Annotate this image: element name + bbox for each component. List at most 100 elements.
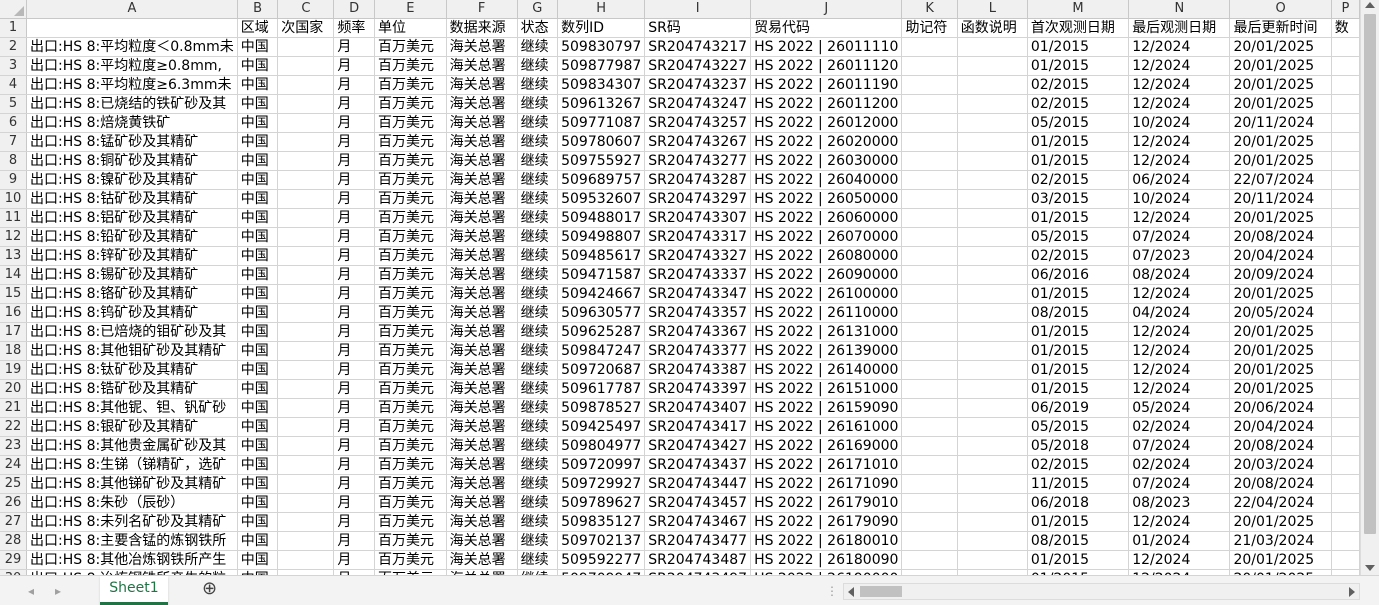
column-header-f[interactable]: F	[446, 0, 518, 19]
cell-c23[interactable]	[277, 436, 335, 456]
cell-j6[interactable]: HS 2022 | 26012000	[750, 113, 903, 133]
cell-c6[interactable]	[277, 113, 335, 133]
cell-o19[interactable]: 20/01/2025	[1229, 360, 1332, 380]
cell-e20[interactable]: 百万美元	[374, 379, 447, 399]
cell-j14[interactable]: HS 2022 | 26090000	[750, 265, 903, 285]
cell-j21[interactable]: HS 2022 | 26159090	[750, 398, 903, 418]
cell-d9[interactable]: 月	[333, 170, 375, 190]
cell-h14[interactable]: 509471587	[557, 265, 646, 285]
cell-l4[interactable]	[957, 75, 1028, 95]
cell-l14[interactable]	[957, 265, 1028, 285]
cell-m15[interactable]: 01/2015	[1027, 284, 1130, 304]
cell-p24[interactable]	[1331, 455, 1360, 475]
cell-h15[interactable]: 509424667	[557, 284, 646, 304]
cell-n11[interactable]: 12/2024	[1128, 208, 1231, 228]
cell-i5[interactable]: SR204743247	[644, 94, 752, 114]
cell-f1[interactable]: 数据来源	[446, 18, 518, 38]
cell-a10[interactable]: 出口:HS 8:钴矿砂及其精矿	[26, 189, 238, 209]
row-header[interactable]: 11	[0, 208, 28, 228]
cell-p10[interactable]	[1331, 189, 1360, 209]
row-header[interactable]: 1	[0, 18, 28, 38]
cell-m29[interactable]: 01/2015	[1027, 550, 1130, 570]
scroll-down-icon[interactable]	[1365, 565, 1375, 571]
cell-m25[interactable]: 11/2015	[1027, 474, 1130, 494]
cell-l9[interactable]	[957, 170, 1028, 190]
horizontal-scrollbar[interactable]	[843, 583, 1360, 600]
cell-p13[interactable]	[1331, 246, 1360, 266]
cell-p14[interactable]	[1331, 265, 1360, 285]
cell-b11[interactable]: 中国	[237, 208, 279, 228]
cell-g13[interactable]: 继续	[517, 246, 559, 266]
cell-o15[interactable]: 20/01/2025	[1229, 284, 1332, 304]
cell-l27[interactable]	[957, 512, 1028, 532]
cell-b24[interactable]: 中国	[237, 455, 279, 475]
cell-j10[interactable]: HS 2022 | 26050000	[750, 189, 903, 209]
column-header-a[interactable]: A	[26, 0, 238, 19]
cell-a5[interactable]: 出口:HS 8:已烧结的铁矿砂及其	[26, 94, 238, 114]
cell-j20[interactable]: HS 2022 | 26151000	[750, 379, 903, 399]
cell-k20[interactable]	[901, 379, 958, 399]
cell-e6[interactable]: 百万美元	[374, 113, 447, 133]
cell-c29[interactable]	[277, 550, 335, 570]
cell-h25[interactable]: 509729927	[557, 474, 646, 494]
cell-j22[interactable]: HS 2022 | 26161000	[750, 417, 903, 437]
cell-g5[interactable]: 继续	[517, 94, 559, 114]
cell-b7[interactable]: 中国	[237, 132, 279, 152]
cell-o24[interactable]: 20/03/2024	[1229, 455, 1332, 475]
cell-c1[interactable]: 次国家	[277, 18, 335, 38]
cell-o16[interactable]: 20/05/2024	[1229, 303, 1332, 323]
cell-d17[interactable]: 月	[333, 322, 375, 342]
cell-j4[interactable]: HS 2022 | 26011190	[750, 75, 903, 95]
cell-a21[interactable]: 出口:HS 8:其他铌、钽、钒矿砂	[26, 398, 238, 418]
cell-e2[interactable]: 百万美元	[374, 37, 447, 57]
row-header[interactable]: 6	[0, 113, 28, 133]
row-header[interactable]: 13	[0, 246, 28, 266]
column-header-p[interactable]: P	[1331, 0, 1360, 19]
cell-e26[interactable]: 百万美元	[374, 493, 447, 513]
cell-o11[interactable]: 20/01/2025	[1229, 208, 1332, 228]
cell-d16[interactable]: 月	[333, 303, 375, 323]
cell-h28[interactable]: 509702137	[557, 531, 646, 551]
cell-h21[interactable]: 509878527	[557, 398, 646, 418]
cell-p27[interactable]	[1331, 512, 1360, 532]
cell-h10[interactable]: 509532607	[557, 189, 646, 209]
cell-m14[interactable]: 06/2016	[1027, 265, 1130, 285]
cell-o5[interactable]: 20/01/2025	[1229, 94, 1332, 114]
cell-j17[interactable]: HS 2022 | 26131000	[750, 322, 903, 342]
cell-n18[interactable]: 12/2024	[1128, 341, 1231, 361]
cell-f29[interactable]: 海关总署	[446, 550, 518, 570]
cell-d25[interactable]: 月	[333, 474, 375, 494]
cell-i21[interactable]: SR204743407	[644, 398, 752, 418]
cell-i28[interactable]: SR204743477	[644, 531, 752, 551]
cell-o17[interactable]: 20/01/2025	[1229, 322, 1332, 342]
cell-f8[interactable]: 海关总署	[446, 151, 518, 171]
cell-j26[interactable]: HS 2022 | 26179010	[750, 493, 903, 513]
cell-a22[interactable]: 出口:HS 8:银矿砂及其精矿	[26, 417, 238, 437]
scroll-left-icon[interactable]	[848, 587, 854, 597]
cell-l22[interactable]	[957, 417, 1028, 437]
row-header[interactable]: 2	[0, 37, 28, 57]
row-header[interactable]: 17	[0, 322, 28, 342]
cell-b8[interactable]: 中国	[237, 151, 279, 171]
cell-p6[interactable]	[1331, 113, 1360, 133]
cell-e25[interactable]: 百万美元	[374, 474, 447, 494]
cell-k25[interactable]	[901, 474, 958, 494]
cell-n22[interactable]: 02/2024	[1128, 417, 1231, 437]
cell-k28[interactable]	[901, 531, 958, 551]
cell-l28[interactable]	[957, 531, 1028, 551]
cell-d6[interactable]: 月	[333, 113, 375, 133]
column-header-i[interactable]: I	[644, 0, 752, 19]
cell-h11[interactable]: 509488017	[557, 208, 646, 228]
cell-m21[interactable]: 06/2019	[1027, 398, 1130, 418]
cell-h16[interactable]: 509630577	[557, 303, 646, 323]
cell-c19[interactable]	[277, 360, 335, 380]
cell-i18[interactable]: SR204743377	[644, 341, 752, 361]
cell-f17[interactable]: 海关总署	[446, 322, 518, 342]
cell-j1[interactable]: 贸易代码	[750, 18, 903, 38]
row-header[interactable]: 25	[0, 474, 28, 494]
cell-i24[interactable]: SR204743437	[644, 455, 752, 475]
column-header-o[interactable]: O	[1229, 0, 1332, 19]
cell-b4[interactable]: 中国	[237, 75, 279, 95]
cell-j7[interactable]: HS 2022 | 26020000	[750, 132, 903, 152]
cell-d12[interactable]: 月	[333, 227, 375, 247]
